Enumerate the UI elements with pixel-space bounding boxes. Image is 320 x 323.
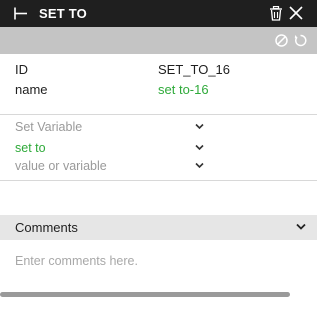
chevron-down-icon[interactable]: [296, 223, 306, 230]
property-name-value[interactable]: set to-16: [158, 82, 209, 97]
comments-section-header[interactable]: Comments: [0, 215, 317, 240]
chevron-down-icon[interactable]: [195, 123, 204, 130]
trash-icon[interactable]: [269, 6, 283, 21]
property-name-label: name: [15, 82, 48, 97]
disable-icon[interactable]: [275, 34, 288, 47]
property-id-label: ID: [15, 62, 28, 77]
horizontal-scrollbar[interactable]: [0, 292, 290, 297]
comments-input[interactable]: [15, 252, 305, 270]
panel-title: SET TO: [39, 6, 87, 21]
property-id-value: SET_TO_16: [158, 62, 231, 77]
property-name-row: name set to-16: [0, 82, 317, 100]
variable-select[interactable]: Set Variable: [0, 120, 317, 138]
node-type-icon: [14, 7, 27, 20]
panel-toolbar: [0, 27, 317, 54]
value-select[interactable]: value or variable: [0, 159, 317, 177]
value-select-value: value or variable: [15, 159, 107, 173]
panel-titlebar: SET TO: [0, 0, 317, 27]
chevron-down-icon[interactable]: [195, 162, 204, 169]
variable-select-value: Set Variable: [15, 120, 83, 134]
comments-title: Comments: [15, 220, 78, 235]
reset-icon[interactable]: [294, 34, 307, 47]
operation-select-value: set to: [15, 141, 46, 155]
section-divider: [0, 180, 317, 181]
chevron-down-icon[interactable]: [195, 144, 204, 151]
operation-select[interactable]: set to: [0, 141, 317, 159]
section-divider: [0, 114, 317, 115]
property-id-row: ID SET_TO_16: [0, 62, 317, 80]
close-icon[interactable]: [289, 6, 303, 20]
